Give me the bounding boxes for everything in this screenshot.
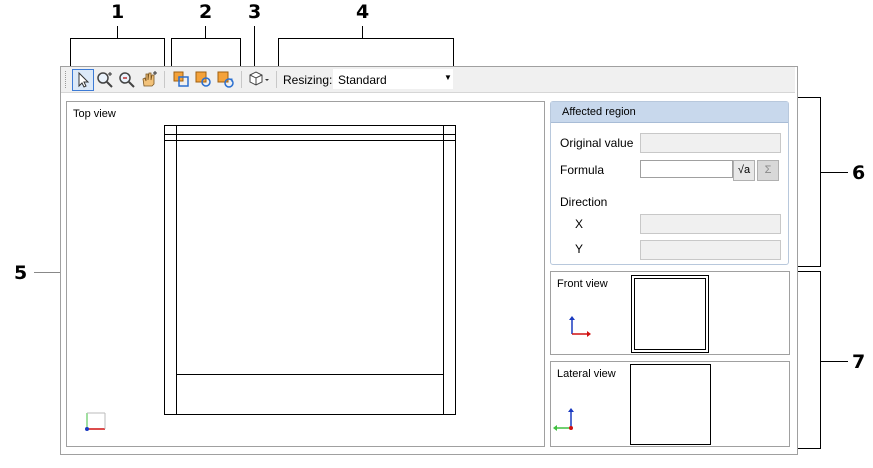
top-view-panel[interactable]: Top view [66,101,545,447]
affected-region-title: Affected region [562,106,636,118]
view-reset-icon[interactable] [215,69,235,89]
axis-gizmo-icon [85,412,106,431]
bracket-7-vert [820,271,821,449]
select-arrow-icon[interactable] [72,69,94,91]
sqrt-icon: √a [737,164,751,176]
view-front-icon[interactable] [171,69,191,89]
formula-label: Formula [560,163,605,177]
original-value-field [640,133,781,153]
original-value-label: Original value [560,136,634,150]
toolbar-separator [276,71,277,88]
zoom-out-icon[interactable] [117,69,137,89]
bracket-6-vert [820,97,821,267]
callout-4: 4 [356,1,370,23]
bracket-1 [70,38,165,39]
toolbar-separator [241,71,242,88]
front-view-title: Front view [557,278,608,290]
affected-region-panel: Affected region Original value Formula √… [550,101,789,265]
callout-7: 7 [852,351,866,373]
resizing-select[interactable]: Standard ▼ [333,69,453,89]
top-view-drawing [164,125,456,415]
callout-6: 6 [852,162,866,184]
chevron-down-icon: ▼ [444,73,452,82]
callout-5: 5 [14,262,28,284]
sum-icon: Σ [764,164,772,176]
callout-1: 1 [111,1,125,23]
zoom-in-icon[interactable] [95,69,115,89]
resizing-select-value: Standard [338,73,387,87]
bracket-3-stem [254,26,255,66]
sum-button[interactable]: Σ [757,160,779,181]
bracket-2 [171,38,241,39]
sqrt-button[interactable]: √a [733,160,755,181]
affected-region-header: Affected region [551,102,788,123]
y-field [640,240,781,260]
view-rotate-icon[interactable] [193,69,213,89]
front-view-drawing [631,275,709,353]
toolbar-separator [164,71,165,88]
toolbar-grip [65,71,69,88]
lateral-view-panel[interactable]: Lateral view [550,361,790,447]
x-field [640,214,781,234]
pan-hand-icon[interactable] [139,69,159,89]
x-label: X [575,217,584,231]
resizing-label: Resizing: [283,73,333,87]
bracket-1-stem [117,26,118,38]
bracket-7-stem [820,361,848,362]
callout-3: 3 [248,1,262,23]
bracket-4 [278,38,454,39]
bracket-4-stem [362,26,363,38]
front-axis-gizmo-icon [569,316,591,337]
bracket-6-stem [820,172,848,173]
lateral-view-title: Lateral view [557,368,616,380]
formula-input[interactable] [640,160,733,178]
direction-label: Direction [560,195,608,209]
cube-3d-icon[interactable] [246,69,272,89]
bracket-2-stem [205,26,206,38]
callout-2: 2 [199,1,213,23]
y-label: Y [575,242,584,256]
front-view-panel[interactable]: Front view [550,271,790,355]
toolbar: Resizing: Standard ▼ [61,67,795,93]
lateral-axis-gizmo-icon [553,408,574,431]
lateral-view-drawing [630,364,711,445]
